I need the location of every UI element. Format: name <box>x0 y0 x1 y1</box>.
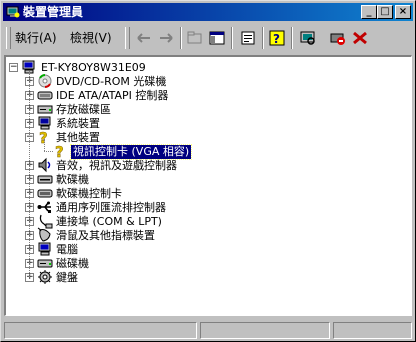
tree-category-label: 系統裝置 <box>56 117 100 130</box>
status-bar <box>4 322 412 339</box>
uninstall-device-icon[interactable] <box>351 30 369 46</box>
back-icon[interactable] <box>135 30 153 46</box>
tree-category-label: IDE ATA/ATAPI 控制器 <box>56 89 169 102</box>
tree-connector <box>29 71 30 277</box>
toolbar-separator <box>231 27 233 49</box>
menu-grip[interactable] <box>6 27 11 49</box>
tree-category-label: 軟碟機 <box>56 173 89 186</box>
toolbar-separator <box>180 27 182 49</box>
maximize-button[interactable]: □ <box>377 5 393 19</box>
unknown-device-icon: ? <box>39 129 48 145</box>
close-button[interactable]: × <box>395 5 411 19</box>
menu-view[interactable]: 檢視(V) <box>70 31 112 45</box>
tree-category-label: 存放磁碟區 <box>56 103 111 116</box>
show-tree-icon[interactable] <box>208 30 226 46</box>
tree-category-label: DVD/CD-ROM 光碟機 <box>56 75 167 88</box>
collapse-toggle[interactable]: − <box>9 63 18 72</box>
tree-connector <box>44 139 45 151</box>
status-panel-2 <box>200 322 330 339</box>
minimize-button[interactable]: _ <box>361 5 377 19</box>
up-folder-icon[interactable] <box>186 30 204 46</box>
tree-category-label: 音效，視訊及遊戲控制器 <box>56 159 177 172</box>
title-bar[interactable]: 裝置管理員 _ □ × <box>3 3 413 21</box>
status-panel-main <box>4 322 197 339</box>
tree-category-label: 連接埠 (COM & LPT) <box>56 215 162 228</box>
tree-category-label: 磁碟機 <box>56 257 89 270</box>
properties-icon[interactable] <box>239 30 257 46</box>
window-title: 裝置管理員 <box>23 5 84 19</box>
tree-device-label: 視訊控制卡 (VGA 相容) <box>69 144 193 160</box>
forward-icon[interactable] <box>157 30 175 46</box>
svg-text:?: ? <box>273 32 280 46</box>
status-panel-3 <box>333 322 412 339</box>
device-tree[interactable]: − ET-KY8OY8W31E09 + DVD/CD-ROM 光碟機 + IDE ATA/… <box>4 55 412 316</box>
toolbar-separator <box>291 27 293 49</box>
tree-category-label: 鍵盤 <box>56 271 78 284</box>
toolbar-separator <box>262 27 264 49</box>
help-icon[interactable]: ? <box>268 30 286 46</box>
tree-category-label: 電腦 <box>56 243 78 256</box>
menu-action[interactable]: 執行(A) <box>15 31 57 45</box>
tree-category-label: 軟碟機控制卡 <box>56 187 122 200</box>
tree-category-label: 滑鼠及其他指標裝置 <box>56 229 155 242</box>
disable-device-icon[interactable] <box>329 30 347 46</box>
scan-hardware-icon[interactable] <box>299 30 317 46</box>
unknown-device-icon: ? <box>55 143 64 159</box>
device-manager-window: 裝置管理員 _ □ × 執行(A) 檢視(V) ? − ET-KY8OY8W31… <box>0 0 416 342</box>
tree-category[interactable]: + 鍵盤 <box>6 270 406 286</box>
keyboard-icon <box>38 270 52 284</box>
tree-category-label: 通用序列匯流排控制器 <box>56 201 166 214</box>
device-manager-icon <box>6 6 20 18</box>
toolbar-grip[interactable] <box>125 27 130 49</box>
menu-toolbar: 執行(A) 檢視(V) ? <box>3 23 413 53</box>
svg-text:?: ? <box>55 143 64 159</box>
tree-root-label: ET-KY8OY8W31E09 <box>41 61 146 74</box>
